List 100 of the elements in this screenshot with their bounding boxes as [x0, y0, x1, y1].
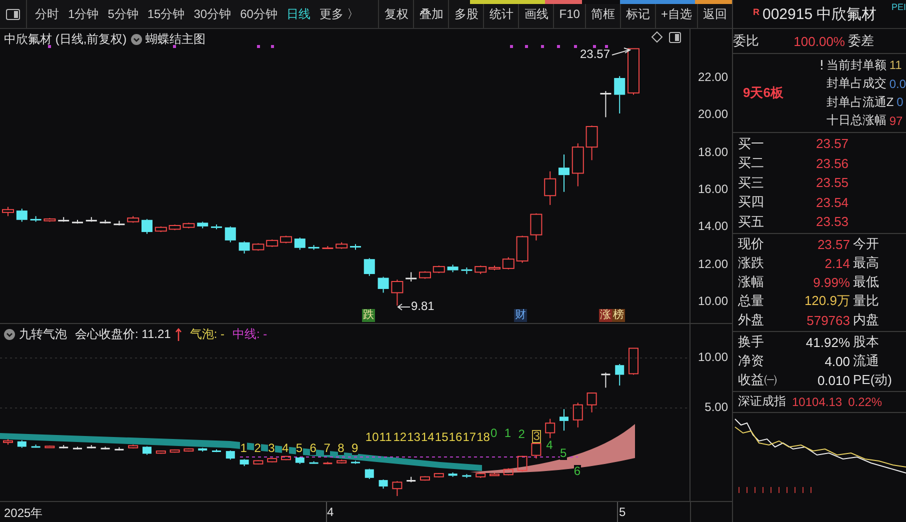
- candle: [44, 218, 56, 222]
- candle: [280, 235, 292, 244]
- field-label: 封单占流通Z: [826, 94, 894, 111]
- candle: [281, 455, 291, 461]
- period-tab[interactable]: 60分钟: [236, 0, 282, 28]
- period-tab[interactable]: 更多 〉: [315, 0, 363, 28]
- candle: [406, 272, 417, 282]
- bid-label: 买三: [738, 174, 765, 192]
- candle: [336, 459, 347, 464]
- bid-label: 买四: [738, 193, 765, 212]
- event-marker[interactable]: 财: [514, 309, 527, 322]
- candle: [168, 224, 181, 231]
- period-tab[interactable]: 分时: [31, 0, 63, 28]
- toolbar-button[interactable]: 统计: [483, 0, 518, 28]
- bid-price: 23.53: [816, 214, 850, 230]
- field-label: 封单占成交: [826, 75, 886, 92]
- date-axis-label: 5: [619, 505, 626, 519]
- count-label: 17: [462, 431, 476, 444]
- diamond-icon[interactable]: [651, 31, 663, 43]
- candle: [517, 455, 528, 472]
- count-label: 3: [268, 442, 275, 455]
- period-tab[interactable]: 日线: [282, 0, 314, 28]
- candle: [586, 392, 597, 413]
- indicator-axis-label: 5.00: [704, 400, 728, 414]
- low-price-label: 9.81: [411, 299, 434, 313]
- dropdown-icon[interactable]: [130, 34, 142, 45]
- candle: [198, 447, 208, 452]
- count-label: 5: [296, 442, 303, 455]
- candle: [420, 476, 430, 482]
- candle: [156, 450, 166, 454]
- period-tab[interactable]: 30分钟: [190, 0, 236, 28]
- period-tab[interactable]: 15分钟: [143, 0, 189, 28]
- leader-arrow: [397, 304, 410, 310]
- field-label: 委差: [847, 32, 875, 50]
- candle: [419, 270, 431, 280]
- event-marker[interactable]: 跌: [362, 309, 375, 322]
- leader-arrow: [612, 48, 632, 56]
- index-name: 深证成指: [738, 393, 786, 410]
- toolbar-button[interactable]: 复权: [378, 0, 414, 28]
- candle: [432, 265, 445, 274]
- field-value: 23.57: [816, 236, 850, 252]
- panel-toggle-icon[interactable]: [6, 8, 20, 20]
- period-tab[interactable]: 1分钟: [64, 0, 103, 28]
- indicator-name: 九转气泡: [19, 326, 67, 343]
- toolbar-button[interactable]: F10: [553, 0, 585, 28]
- candle: [16, 208, 28, 222]
- field-label: 当前封单额: [826, 56, 886, 74]
- candle: [572, 142, 584, 187]
- toolbar-button[interactable]: 叠加: [413, 0, 448, 28]
- period-tab[interactable]: 5分钟: [104, 0, 142, 28]
- toolbar-button[interactable]: 简框: [584, 0, 620, 28]
- count-label: 1: [240, 442, 247, 455]
- field-label: 委比: [733, 32, 760, 50]
- dropdown-icon[interactable]: [4, 329, 15, 340]
- price-axis-label: 10.00: [698, 294, 728, 308]
- candle: [447, 264, 458, 273]
- count-label: 2: [254, 442, 261, 455]
- toolbar-button[interactable]: 画线: [518, 0, 554, 28]
- candle: [600, 90, 612, 118]
- candle: [252, 242, 264, 252]
- candle: [364, 468, 374, 480]
- candle: [378, 276, 389, 294]
- candle: [295, 456, 304, 464]
- event-marker[interactable]: 涨: [599, 309, 612, 322]
- field-label: 净资: [738, 352, 765, 370]
- toolbar-button[interactable]: +自选: [654, 0, 697, 28]
- index-value: 10104.13: [792, 394, 842, 408]
- candle: [2, 206, 14, 217]
- toolbar-button[interactable]: 标记: [620, 0, 655, 28]
- price-axis-label: 20.00: [698, 107, 728, 122]
- candle: [322, 246, 334, 250]
- count-label: 1: [504, 427, 512, 440]
- field-label: 量比: [852, 292, 880, 310]
- candle: [266, 239, 278, 248]
- candle: [17, 440, 26, 448]
- panel-toggle-icon[interactable]: [669, 32, 681, 43]
- candle: [503, 468, 514, 476]
- field-value: 97: [889, 114, 903, 128]
- candle: [392, 480, 402, 497]
- count-label: 11: [379, 431, 392, 444]
- field-value: 9.99%: [812, 274, 850, 290]
- candle: [490, 472, 500, 476]
- bid-price: 23.55: [816, 175, 850, 190]
- candle: [44, 445, 55, 448]
- toolbar-button[interactable]: 多股: [448, 0, 484, 28]
- event-marker[interactable]: 榜: [612, 309, 625, 322]
- count-label: 12: [393, 431, 407, 444]
- field-value: 11: [889, 58, 902, 72]
- candle: [294, 237, 306, 250]
- price-axis-label: 16.00: [698, 182, 728, 196]
- candle: [530, 212, 542, 241]
- candle: [170, 448, 180, 454]
- field-label: 换手: [738, 333, 765, 351]
- count-label: 4: [546, 439, 553, 452]
- candle: [127, 216, 140, 224]
- toolbar-button[interactable]: 返回: [697, 0, 732, 28]
- count-label: 4: [282, 442, 289, 455]
- bid-label: 买一: [738, 134, 765, 153]
- candle: [308, 244, 320, 250]
- price-axis-label: 12.00: [698, 256, 728, 271]
